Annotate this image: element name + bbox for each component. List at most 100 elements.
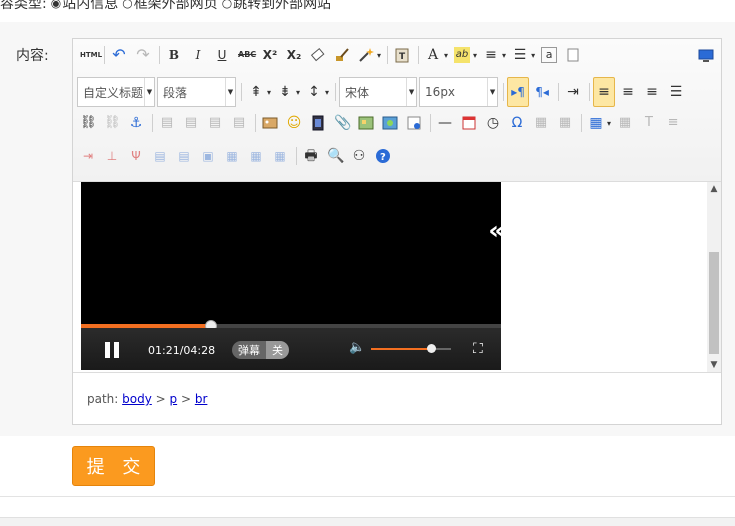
paste-plain-button[interactable]: T bbox=[391, 44, 413, 66]
insert-title-button[interactable]: ≡ bbox=[662, 112, 684, 134]
insert-video-button[interactable] bbox=[307, 112, 329, 134]
emotion-button[interactable]: ☺ bbox=[283, 112, 305, 134]
superscript-button[interactable]: X² bbox=[259, 44, 281, 66]
custom-title-select[interactable]: 自定义标题 ▼ bbox=[77, 77, 155, 107]
eraser-button[interactable] bbox=[307, 44, 329, 66]
print-button[interactable]: 🖶 bbox=[300, 145, 322, 167]
unlink-button[interactable]: ⛓ bbox=[101, 112, 123, 134]
image-right-button[interactable]: ▤ bbox=[204, 112, 226, 134]
special-char-button[interactable]: Ω bbox=[506, 112, 528, 134]
format-brush-button[interactable] bbox=[331, 44, 353, 66]
direction-ltr-button[interactable]: ▸¶ bbox=[507, 77, 530, 107]
merge-right-button[interactable]: ▣ bbox=[197, 145, 219, 167]
simple-upload-button[interactable] bbox=[259, 112, 281, 134]
horizontal-rule-button[interactable]: — bbox=[434, 112, 456, 134]
indent-button[interactable]: ⇥ bbox=[562, 81, 584, 103]
chevron-down-icon[interactable]: ▼ bbox=[707, 358, 721, 372]
preview-button[interactable] bbox=[695, 44, 717, 66]
merge-cells-button[interactable]: ▤ bbox=[173, 145, 195, 167]
insert-col-button[interactable]: Ψ bbox=[125, 145, 147, 167]
editor-scrollbar[interactable]: ▲ ▼ bbox=[707, 182, 721, 372]
chevron-down-icon[interactable]: ▾ bbox=[607, 119, 611, 128]
font-color-button[interactable]: A bbox=[422, 44, 444, 66]
image-none-button[interactable]: ▤ bbox=[156, 112, 178, 134]
subscript-button[interactable]: X₂ bbox=[283, 44, 305, 66]
delete-row-button[interactable]: ⊥ bbox=[101, 145, 123, 167]
radio-frame[interactable]: ○ bbox=[122, 0, 132, 10]
chevron-down-icon[interactable]: ▾ bbox=[473, 51, 477, 60]
time-button[interactable]: ◷ bbox=[482, 112, 504, 134]
unordered-list-button[interactable]: ☰ bbox=[509, 44, 531, 66]
path-item-p[interactable]: p bbox=[170, 392, 178, 406]
source-html-button[interactable]: HTML bbox=[77, 44, 102, 66]
editor-content-area[interactable]: « 01:21/04:28 弹幕 关 🔈 ⛶ bbox=[73, 182, 707, 372]
submit-button[interactable]: 提 交 bbox=[72, 446, 155, 486]
font-size-select[interactable]: 16px ▼ bbox=[419, 77, 499, 107]
row-spacing-bottom-button[interactable]: ⇟ bbox=[274, 81, 296, 103]
delete-table-button[interactable]: ▦ bbox=[614, 112, 636, 134]
line-height-button[interactable]: ↕ bbox=[303, 81, 325, 103]
volume-icon[interactable]: 🔈 bbox=[349, 340, 365, 355]
italic-button[interactable]: I bbox=[187, 44, 209, 66]
insert-paragraph-before-table-button[interactable]: T bbox=[638, 112, 660, 134]
search-replace-button[interactable]: ⚇ bbox=[348, 145, 370, 167]
undo-button[interactable]: ↶ bbox=[108, 44, 130, 66]
insert-table-button[interactable]: ▦ bbox=[585, 112, 607, 134]
row-spacing-top-button[interactable]: ⇞ bbox=[245, 81, 267, 103]
ordered-list-button[interactable]: ≡ bbox=[480, 44, 502, 66]
split-cells-button[interactable]: ▦ bbox=[245, 145, 267, 167]
chevron-down-icon[interactable]: ▾ bbox=[296, 88, 300, 97]
preview-search-button[interactable]: 🔍 bbox=[324, 145, 346, 167]
path-item-br[interactable]: br bbox=[195, 392, 208, 406]
path-item-body[interactable]: body bbox=[122, 392, 152, 406]
link-button[interactable]: ⛓ bbox=[77, 112, 99, 134]
align-left-button[interactable]: ≡ bbox=[593, 77, 616, 107]
paragraph-select[interactable]: 段落 ▼ bbox=[157, 77, 236, 107]
merge-down-button[interactable]: ▦ bbox=[221, 145, 243, 167]
chevron-down-icon[interactable]: ▾ bbox=[267, 88, 271, 97]
strikethrough-button[interactable]: ABC bbox=[235, 44, 257, 66]
font-family-select[interactable]: 宋体 ▼ bbox=[339, 77, 418, 107]
image-left-button[interactable]: ▤ bbox=[180, 112, 202, 134]
help-button[interactable]: ? bbox=[372, 145, 394, 167]
redo-button[interactable]: ↷ bbox=[132, 44, 154, 66]
volume-slider[interactable] bbox=[371, 344, 451, 353]
danmaku-toggle[interactable]: 弹幕 关 bbox=[232, 341, 289, 359]
image-center-button[interactable]: ▤ bbox=[228, 112, 250, 134]
clear-doc-button[interactable] bbox=[562, 44, 584, 66]
anchor-button[interactable]: ⚓ bbox=[125, 112, 147, 134]
radio-internal[interactable]: ◉ bbox=[51, 0, 61, 10]
radio-redirect[interactable]: ○ bbox=[222, 0, 232, 10]
chevron-down-icon[interactable]: ▾ bbox=[444, 51, 448, 60]
scrollbar-thumb[interactable] bbox=[709, 252, 719, 354]
snapscreen-button[interactable]: ▦ bbox=[530, 112, 552, 134]
insert-row-button[interactable]: ⇥ bbox=[77, 145, 99, 167]
insert-frame-button[interactable] bbox=[403, 112, 425, 134]
volume-knob[interactable] bbox=[427, 344, 436, 353]
video-player[interactable]: « 01:21/04:28 弹幕 关 🔈 ⛶ bbox=[81, 182, 505, 370]
fullscreen-icon[interactable]: ⛶ bbox=[473, 341, 483, 357]
bold-button[interactable]: B bbox=[163, 44, 185, 66]
align-justify-button[interactable]: ☰ bbox=[665, 81, 687, 103]
attachment-button[interactable]: 📎 bbox=[331, 112, 353, 134]
underline-button[interactable]: U bbox=[211, 44, 233, 66]
collapse-arrow-icon[interactable]: « bbox=[488, 216, 505, 246]
date-button[interactable] bbox=[458, 112, 480, 134]
auto-format-button[interactable] bbox=[355, 44, 377, 66]
pause-icon[interactable] bbox=[105, 342, 121, 358]
wordimage-button[interactable]: ▦ bbox=[554, 112, 576, 134]
chevron-down-icon[interactable]: ▾ bbox=[377, 51, 381, 60]
map-button[interactable] bbox=[355, 112, 377, 134]
chevron-up-icon[interactable]: ▲ bbox=[707, 182, 721, 196]
chevron-down-icon[interactable]: ▾ bbox=[325, 88, 329, 97]
split-rows-button[interactable]: ▦ bbox=[269, 145, 291, 167]
select-all-button[interactable]: a bbox=[538, 44, 560, 66]
delete-col-button[interactable]: ▤ bbox=[149, 145, 171, 167]
chevron-down-icon[interactable]: ▾ bbox=[531, 51, 535, 60]
chevron-down-icon[interactable]: ▾ bbox=[502, 51, 506, 60]
highlight-color-button[interactable]: ab bbox=[451, 44, 473, 66]
gmap-button[interactable] bbox=[379, 112, 401, 134]
align-right-button[interactable]: ≡ bbox=[641, 81, 663, 103]
align-center-button[interactable]: ≡ bbox=[617, 81, 639, 103]
direction-rtl-button[interactable]: ¶◂ bbox=[531, 81, 553, 103]
